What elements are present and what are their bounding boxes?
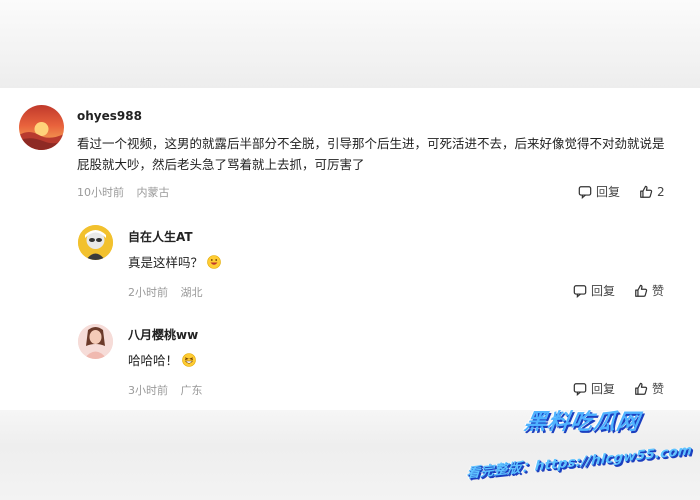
reply-text: 哈哈哈！: [128, 350, 428, 373]
location: 湖北: [180, 286, 203, 299]
avatar[interactable]: [19, 105, 64, 150]
reply-label: 回复: [591, 382, 616, 396]
reply-button[interactable]: 回复: [578, 183, 620, 200]
top-backdrop: [0, 0, 700, 88]
reply-button[interactable]: 回复: [573, 380, 615, 397]
reply-actions: 回复 赞: [573, 282, 664, 299]
reply-icon: [573, 382, 587, 396]
location: 广东: [180, 384, 203, 397]
location: 内蒙古: [136, 186, 170, 199]
thumbs-up-icon: [635, 284, 648, 297]
timestamp: 3小时前: [128, 384, 168, 397]
reply-text-content: 哈哈哈！: [128, 353, 179, 368]
username[interactable]: 八月樱桃ww: [128, 326, 198, 343]
reply-icon: [578, 185, 592, 199]
comment-actions: 回复 2: [578, 183, 665, 200]
timestamp: 10小时前: [77, 186, 124, 199]
comment-text: 看过一个视频，这男的就露后半部分不全脱，引导那个后生进，可死活进不去，后来好像觉…: [77, 136, 665, 172]
reply-label: 回复: [596, 185, 621, 199]
avatar[interactable]: [78, 225, 113, 260]
reply-text: 真是这样吗？: [128, 252, 428, 275]
reply-meta: 2小时前 湖北: [128, 284, 203, 300]
username[interactable]: 自在人生AT: [128, 228, 193, 245]
username[interactable]: ohyes988: [77, 109, 142, 123]
timestamp: 2小时前: [128, 286, 168, 299]
reply-actions: 回复 赞: [573, 380, 664, 397]
like-count: 2: [657, 184, 665, 199]
thumbs-up-icon: [640, 185, 653, 198]
like-button[interactable]: 赞: [634, 282, 664, 299]
like-button[interactable]: 赞: [634, 380, 664, 397]
comment-meta: 10小时前 内蒙古: [77, 184, 170, 200]
like-label: 赞: [652, 284, 665, 298]
grinning-emoji-icon: [207, 254, 221, 275]
comment-card: ohyes988 看过一个视频，这男的就露后半部分不全脱，引导那个后生进，可死活…: [0, 88, 700, 410]
thumbs-up-icon: [635, 382, 648, 395]
like-label: 赞: [652, 382, 665, 396]
watermark-title: 黑料吃瓜网: [522, 410, 642, 435]
reply-meta: 3小时前 广东: [128, 382, 203, 398]
avatar[interactable]: [78, 324, 113, 359]
like-button[interactable]: 2: [639, 185, 665, 199]
reply-icon: [573, 284, 587, 298]
reply-button[interactable]: 回复: [573, 282, 615, 299]
reply-label: 回复: [591, 284, 616, 298]
reply-text-content: 真是这样吗？: [128, 255, 204, 270]
laughing-emoji-icon: [182, 352, 196, 373]
